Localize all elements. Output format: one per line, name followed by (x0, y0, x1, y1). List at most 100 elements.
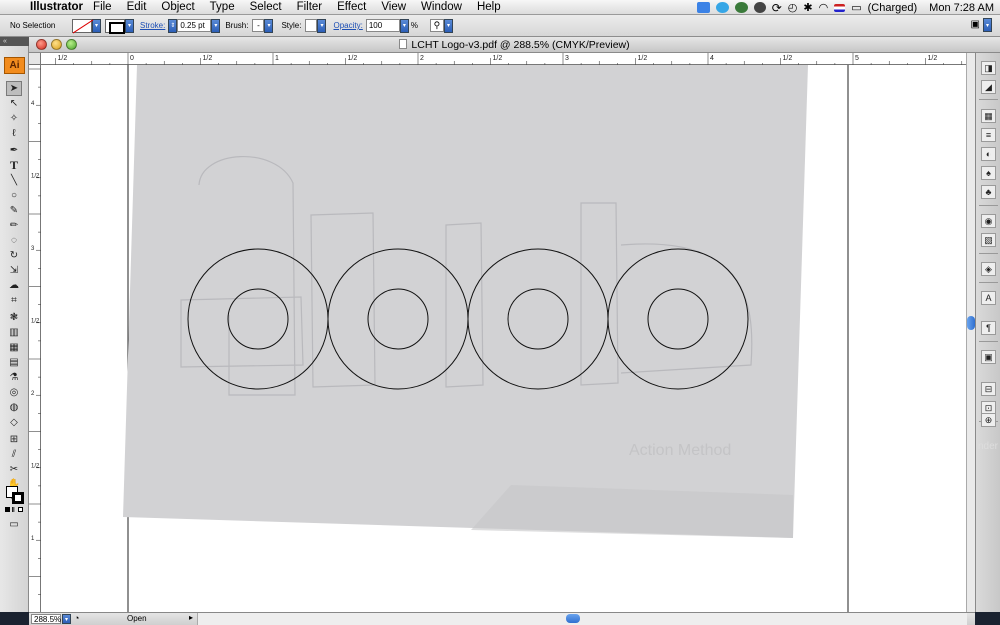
style-dropdown[interactable]: ▾ (317, 18, 327, 33)
paragraph-panel-icon[interactable]: ¶ (981, 321, 996, 335)
recolor-artwork-icon[interactable]: ⚲ (429, 19, 444, 32)
magic-wand-tool-icon[interactable]: ✧ (6, 111, 22, 126)
slice-tool-icon[interactable]: ⫽ (6, 447, 22, 462)
stroke-color-dropdown[interactable]: ▾ (125, 18, 134, 33)
menu-object[interactable]: Object (161, 1, 194, 13)
menu-help[interactable]: Help (477, 1, 501, 13)
flag-input-icon[interactable] (834, 3, 846, 12)
live-paint-tool-icon[interactable]: ◍ (6, 400, 22, 415)
eyedropper-tool-icon[interactable]: ⚗ (6, 370, 22, 385)
menu-type[interactable]: Type (210, 1, 235, 13)
brushes-panel-icon[interactable]: ♠ (981, 166, 996, 180)
status-dot-icon[interactable] (734, 2, 748, 13)
color-panel-icon[interactable]: ◨ (981, 61, 996, 75)
horizontal-ruler[interactable]: 1/2 0 1/2 1 1/2 2 1/2 3 1/2 4 1/2 5 1/2 (41, 53, 966, 65)
column-graph-tool-icon[interactable]: ▥ (6, 325, 22, 340)
color-button[interactable] (5, 507, 10, 512)
vertical-scrollbar[interactable] (966, 53, 975, 612)
horizontal-scroll-thumb[interactable] (566, 614, 580, 623)
align-panel-icon[interactable]: ⊟ (981, 382, 996, 396)
type-tool-icon[interactable]: T (6, 158, 22, 173)
screen-mode-icon[interactable]: ▭ (6, 517, 22, 532)
ellipse-tool-icon[interactable]: ○ (6, 188, 22, 203)
stroke-weight-dropdown[interactable]: ▾ (211, 18, 221, 33)
warp-tool-icon[interactable]: ☁ (6, 278, 22, 293)
artwork[interactable]: Action Method (41, 65, 966, 612)
fill-dropdown[interactable]: ▾ (92, 18, 101, 33)
opacity-label[interactable]: Opacity: (333, 21, 362, 30)
stroke-weight-field[interactable]: 0.25 pt (177, 19, 212, 32)
stroke-panel-icon[interactable]: ≡ (981, 128, 996, 142)
rotate-tool-icon[interactable]: ↻ (6, 248, 22, 263)
wifi-icon[interactable]: ◠ (819, 1, 829, 14)
links-panel-icon[interactable]: ⊕ (981, 413, 996, 427)
vertical-ruler[interactable]: 4 1/2 3 1/2 2 1/2 1 (29, 65, 41, 612)
none-button[interactable] (18, 507, 23, 512)
menu-filter[interactable]: Filter (297, 1, 323, 13)
gradient-button[interactable] (11, 507, 17, 512)
dropbox-icon[interactable] (715, 2, 729, 13)
artboard-tool-icon[interactable]: ⊞ (6, 432, 22, 447)
bluetooth-icon[interactable]: ✱ (803, 1, 812, 14)
workspace-menu-icon[interactable]: ▣ (971, 19, 980, 30)
clock[interactable]: Mon 7:28 AM (929, 2, 994, 14)
pen-tool-icon[interactable]: ✒ (6, 143, 22, 158)
transparency-panel-icon[interactable]: ▣ (981, 350, 996, 364)
graphic-styles-panel-icon[interactable]: ▧ (981, 233, 996, 247)
swatches-panel-icon[interactable]: ▦ (981, 109, 996, 123)
appearance-panel-icon[interactable]: ◉ (981, 214, 996, 228)
blend-tool-icon[interactable]: ◎ (6, 385, 22, 400)
color-guide-panel-icon[interactable]: ◢ (981, 80, 996, 94)
layers-panel-icon[interactable]: ◈ (981, 262, 996, 276)
status-menu-arrow[interactable]: ▸ (189, 613, 193, 622)
zoom-level-field[interactable]: 288.5% (31, 614, 61, 624)
fill-swatch[interactable] (72, 18, 92, 33)
paintbrush-tool-icon[interactable]: ✎ (6, 203, 22, 218)
app-menu[interactable]: Illustrator (30, 1, 83, 13)
stroke-swatch[interactable] (105, 18, 125, 34)
blob-brush-tool-icon[interactable]: ◌ (6, 233, 22, 248)
zoom-dropdown[interactable]: ▾ (62, 614, 71, 624)
record-icon[interactable] (753, 2, 766, 13)
horizontal-scrollbar[interactable] (197, 613, 967, 625)
direct-selection-tool-icon[interactable]: ↖ (6, 96, 22, 111)
menu-select[interactable]: Select (250, 1, 282, 13)
stroke-label[interactable]: Stroke: (140, 21, 165, 30)
scale-tool-icon[interactable]: ⇲ (6, 263, 22, 278)
free-transform-tool-icon[interactable]: ⌗ (6, 293, 22, 308)
finder-status-icon[interactable] (696, 2, 710, 13)
pencil-tool-icon[interactable]: ✏ (6, 218, 22, 233)
selection-tool-icon[interactable]: ➤ (6, 81, 22, 96)
menu-window[interactable]: Window (421, 1, 462, 13)
vertical-scroll-thumb[interactable] (967, 316, 975, 330)
artboard-canvas[interactable]: Action Method (41, 65, 966, 612)
version-cue-icon[interactable]: ◔ (74, 613, 79, 623)
menu-view[interactable]: View (381, 1, 406, 13)
document-status[interactable]: Open (127, 614, 147, 623)
mesh-tool-icon[interactable]: ▦ (6, 340, 22, 355)
character-panel-icon[interactable]: A (981, 291, 996, 305)
live-paint-selection-tool-icon[interactable]: ◇ (6, 415, 22, 430)
menu-effect[interactable]: Effect (337, 1, 366, 13)
brush-dropdown[interactable]: ▾ (264, 18, 274, 33)
menu-edit[interactable]: Edit (127, 1, 147, 13)
symbol-sprayer-tool-icon[interactable]: ❃ (6, 310, 22, 325)
stroke-black-icon[interactable] (12, 492, 24, 504)
brush-field[interactable]: - (252, 19, 265, 32)
line-tool-icon[interactable]: ╲ (6, 173, 22, 188)
battery-status[interactable]: (Charged) (868, 2, 918, 14)
menu-file[interactable]: File (93, 1, 112, 13)
lasso-tool-icon[interactable]: ℓ (6, 126, 22, 141)
sync-icon[interactable]: ⟳ (772, 1, 782, 15)
illustrator-logo[interactable]: Ai (4, 57, 25, 74)
opacity-field[interactable]: 100 (365, 19, 400, 32)
time-machine-icon[interactable]: ◴ (788, 1, 798, 14)
style-swatch[interactable] (305, 19, 318, 32)
scissors-tool-icon[interactable]: ✂ (6, 462, 22, 477)
ruler-origin[interactable] (29, 53, 41, 65)
symbols-panel-icon[interactable]: ♣ (981, 185, 996, 199)
tools-panel-header[interactable]: « (0, 37, 29, 46)
control-panel-menu[interactable]: ▾ (983, 18, 992, 32)
recolor-dropdown[interactable]: ▾ (443, 18, 453, 33)
battery-icon[interactable]: ▭ (851, 1, 861, 14)
